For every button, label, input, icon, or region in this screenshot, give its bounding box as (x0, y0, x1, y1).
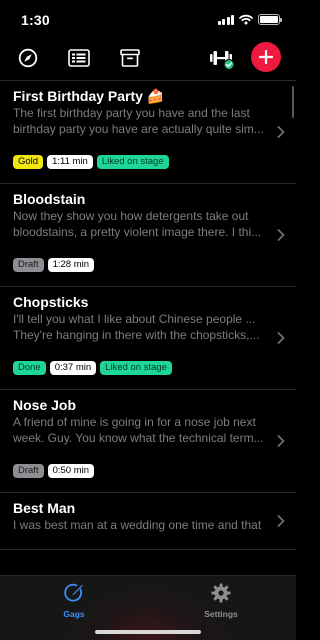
compass-button[interactable] (15, 45, 41, 71)
chevron-right-icon (277, 229, 285, 241)
gear-icon (211, 583, 231, 603)
gag-preview-line: week. Guy. You know what the technical t… (13, 430, 264, 445)
gag-preview-line: Now they show you how detergents take ou… (13, 209, 249, 223)
tag-time: 0:50 min (47, 464, 95, 478)
gag-preview-line: I was best man at a wedding one time and… (13, 518, 262, 532)
gag-preview: I'll tell you what I like about Chinese … (13, 312, 266, 343)
status-icons (217, 14, 282, 25)
gag-preview-line: A friend of mine is going in for a nose … (13, 415, 256, 429)
archive-icon (120, 49, 140, 67)
gag-preview-line: birthday party you have are actually qui… (13, 121, 264, 136)
chevron-right-icon (277, 126, 285, 138)
gag-title: Best Man (13, 500, 76, 516)
gag-row[interactable]: Chopsticks I'll tell you what I like abou… (0, 287, 296, 390)
home-indicator[interactable] (95, 630, 201, 634)
chevron-right-icon (277, 515, 285, 527)
gag-preview-line: bloodstains, a pretty violent image ther… (13, 224, 262, 239)
gag-preview: Now they show you how detergents take ou… (13, 209, 266, 240)
gag-list[interactable]: First Birthday Party 🍰 The first birthday… (0, 81, 296, 575)
tab-bar: Gags Settings (0, 575, 296, 640)
pen-circle-icon (64, 583, 83, 602)
gag-preview: A friend of mine is going in for a nose … (13, 415, 266, 446)
list-icon (68, 49, 90, 67)
tab-gags[interactable]: Gags (34, 583, 114, 619)
plus-icon (259, 50, 273, 64)
tab-settings-label: Settings (204, 609, 238, 619)
gag-preview-line: The first birthday party you have and th… (13, 106, 250, 120)
gag-tags: Done 0:37 min Liked on stage (13, 361, 266, 375)
scroll-indicator[interactable] (291, 86, 294, 118)
chevron-right-icon (277, 332, 285, 344)
gag-preview: The first birthday party you have and th… (13, 106, 266, 137)
tag-liked: Liked on stage (96, 155, 169, 169)
gag-row[interactable]: Nose Job A friend of mine is going in for… (0, 390, 296, 493)
tag-time: 1:28 min (47, 258, 95, 272)
toolbar (0, 42, 296, 74)
status-time: 1:30 (21, 12, 50, 28)
gag-tags: Gold 1:11 min Liked on stage (13, 155, 266, 169)
list-view-button[interactable] (66, 45, 92, 71)
tag-draft: Draft (13, 258, 44, 272)
archive-button[interactable] (117, 45, 143, 71)
app-screen: 1:30 First Birthday Party 🍰 The first bi… (0, 0, 296, 640)
gag-tags: Draft 1:28 min (13, 258, 266, 272)
signal-icon (217, 14, 234, 25)
gag-row[interactable]: Best Man I was best man at a wedding one … (0, 493, 296, 550)
dumbbell-icon (210, 51, 235, 70)
gag-row[interactable]: Bloodstain Now they show you how detergen… (0, 184, 296, 287)
add-gag-button[interactable] (251, 42, 281, 72)
gag-tags: Draft 0:50 min (13, 464, 266, 478)
gag-title: Bloodstain (13, 191, 86, 207)
tag-time: 0:37 min (49, 361, 97, 375)
gag-preview-line: I'll tell you what I like about Chinese … (13, 312, 256, 326)
battery-icon (258, 14, 282, 25)
gag-preview-line: They're hanging in there with the chopst… (13, 327, 260, 342)
chevron-right-icon (277, 435, 285, 447)
gag-preview: I was best man at a wedding one time and… (13, 518, 266, 549)
gag-title: Chopsticks (13, 294, 89, 310)
gag-row[interactable]: First Birthday Party 🍰 The first birthday… (0, 81, 296, 184)
workout-button[interactable] (209, 45, 235, 71)
status-bar: 1:30 (0, 0, 296, 40)
gag-title: First Birthday Party 🍰 (13, 88, 165, 104)
tag-gold: Gold (13, 155, 44, 169)
tab-gags-label: Gags (63, 609, 85, 619)
compass-icon (18, 48, 38, 68)
gag-title: Nose Job (13, 397, 77, 413)
tag-liked: Liked on stage (100, 361, 172, 375)
tag-draft: Draft (13, 464, 44, 478)
tag-done: Done (13, 361, 46, 375)
tab-settings[interactable]: Settings (181, 583, 261, 619)
tag-time: 1:11 min (47, 155, 93, 169)
wifi-icon (239, 14, 253, 25)
